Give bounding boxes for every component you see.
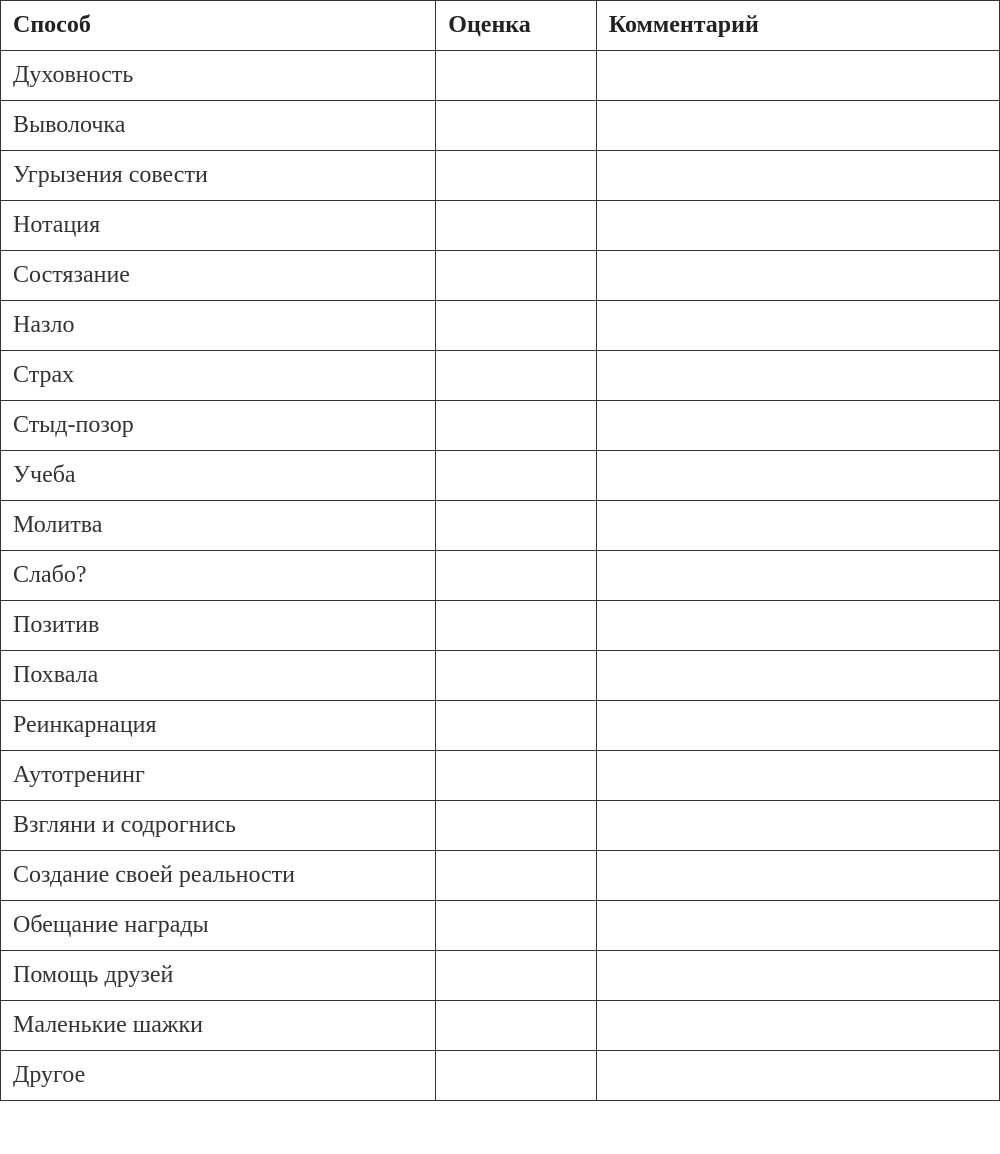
cell-method: Маленькие шажки	[1, 1001, 436, 1051]
cell-comment	[596, 901, 999, 951]
cell-comment	[596, 751, 999, 801]
cell-method: Молитва	[1, 501, 436, 551]
cell-method: Назло	[1, 301, 436, 351]
cell-rating	[436, 701, 596, 751]
cell-rating	[436, 451, 596, 501]
table-row: Взгляни и содрогнись	[1, 801, 1000, 851]
table-row: Позитив	[1, 601, 1000, 651]
cell-rating	[436, 801, 596, 851]
cell-rating	[436, 501, 596, 551]
cell-comment	[596, 501, 999, 551]
cell-comment	[596, 301, 999, 351]
cell-method: Обещание награды	[1, 901, 436, 951]
cell-rating	[436, 51, 596, 101]
table-row: Реинкарнация	[1, 701, 1000, 751]
cell-comment	[596, 151, 999, 201]
cell-method: Позитив	[1, 601, 436, 651]
cell-rating	[436, 951, 596, 1001]
cell-method: Слабо?	[1, 551, 436, 601]
table-row: Обещание награды	[1, 901, 1000, 951]
cell-rating	[436, 1051, 596, 1101]
cell-comment	[596, 651, 999, 701]
cell-comment	[596, 451, 999, 501]
table-row: Помощь друзей	[1, 951, 1000, 1001]
table-row: Маленькие шажки	[1, 1001, 1000, 1051]
cell-rating	[436, 251, 596, 301]
cell-rating	[436, 301, 596, 351]
cell-comment	[596, 1001, 999, 1051]
cell-method: Выволочка	[1, 101, 436, 151]
cell-rating	[436, 151, 596, 201]
cell-comment	[596, 251, 999, 301]
table-row: Молитва	[1, 501, 1000, 551]
cell-rating	[436, 601, 596, 651]
cell-method: Аутотренинг	[1, 751, 436, 801]
table-row: Назло	[1, 301, 1000, 351]
cell-method: Нотация	[1, 201, 436, 251]
table-row: Учеба	[1, 451, 1000, 501]
table-row: Слабо?	[1, 551, 1000, 601]
cell-comment	[596, 201, 999, 251]
cell-method: Учеба	[1, 451, 436, 501]
header-comment: Комментарий	[596, 1, 999, 51]
cell-comment	[596, 51, 999, 101]
cell-rating	[436, 901, 596, 951]
table-row: Похвала	[1, 651, 1000, 701]
table-row: Угрызения совести	[1, 151, 1000, 201]
cell-rating	[436, 751, 596, 801]
cell-method: Взгляни и содрогнись	[1, 801, 436, 851]
cell-method: Создание своей реальности	[1, 851, 436, 901]
cell-method: Реинкарнация	[1, 701, 436, 751]
cell-comment	[596, 401, 999, 451]
table-row: Выволочка	[1, 101, 1000, 151]
table-row: Другое	[1, 1051, 1000, 1101]
cell-rating	[436, 201, 596, 251]
cell-comment	[596, 1051, 999, 1101]
cell-rating	[436, 551, 596, 601]
table-row: Нотация	[1, 201, 1000, 251]
cell-comment	[596, 801, 999, 851]
cell-comment	[596, 951, 999, 1001]
table-row: Аутотренинг	[1, 751, 1000, 801]
header-rating: Оценка	[436, 1, 596, 51]
cell-comment	[596, 851, 999, 901]
cell-rating	[436, 651, 596, 701]
cell-method: Страх	[1, 351, 436, 401]
cell-method: Угрызения совести	[1, 151, 436, 201]
table-row: Создание своей реальности	[1, 851, 1000, 901]
table-header-row: Способ Оценка Комментарий	[1, 1, 1000, 51]
cell-rating	[436, 401, 596, 451]
table-row: Состязание	[1, 251, 1000, 301]
cell-comment	[596, 101, 999, 151]
cell-comment	[596, 701, 999, 751]
cell-method: Похвала	[1, 651, 436, 701]
cell-rating	[436, 851, 596, 901]
cell-rating	[436, 101, 596, 151]
cell-method: Помощь друзей	[1, 951, 436, 1001]
table-row: Духовность	[1, 51, 1000, 101]
cell-method: Другое	[1, 1051, 436, 1101]
cell-method: Духовность	[1, 51, 436, 101]
cell-method: Состязание	[1, 251, 436, 301]
table-row: Стыд-позор	[1, 401, 1000, 451]
cell-comment	[596, 551, 999, 601]
methods-table: Способ Оценка Комментарий ДуховностьВыво…	[0, 0, 1000, 1101]
cell-method: Стыд-позор	[1, 401, 436, 451]
cell-rating	[436, 351, 596, 401]
table-row: Страх	[1, 351, 1000, 401]
cell-comment	[596, 351, 999, 401]
header-method: Способ	[1, 1, 436, 51]
cell-comment	[596, 601, 999, 651]
cell-rating	[436, 1001, 596, 1051]
